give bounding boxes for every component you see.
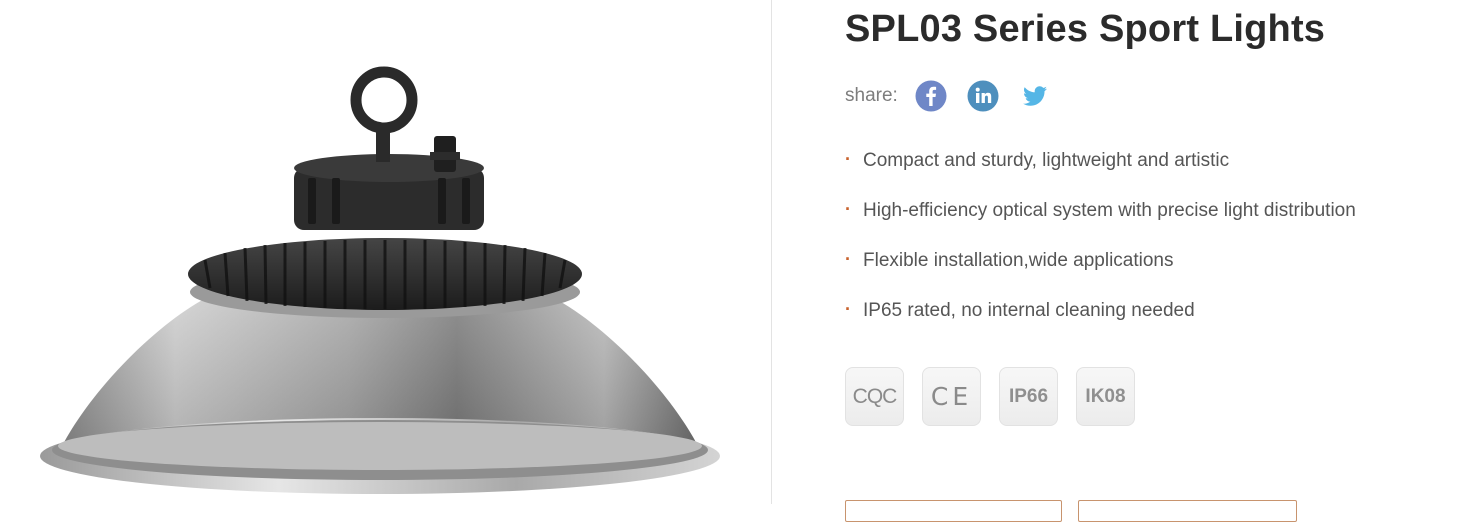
share-label: share: bbox=[845, 85, 898, 106]
product-details: SPL03 Series Sport Lights share: · Compa… bbox=[845, 0, 1445, 522]
action-button-secondary[interactable] bbox=[1078, 500, 1297, 522]
feature-item: · Compact and sturdy, lightweight and ar… bbox=[845, 149, 1230, 171]
linkedin-icon[interactable] bbox=[967, 80, 999, 112]
ip66-badge: IP66 bbox=[999, 367, 1058, 426]
twitter-icon[interactable] bbox=[1019, 80, 1051, 112]
action-button-primary[interactable] bbox=[845, 500, 1062, 522]
feature-item: · IP65 rated, no internal cleaning neede… bbox=[845, 299, 1195, 321]
product-image bbox=[40, 66, 720, 494]
cqc-badge: CQC bbox=[845, 367, 904, 426]
bullet-icon: · bbox=[845, 249, 851, 269]
feature-item: · High-efficiency optical system with pr… bbox=[845, 199, 1356, 221]
bullet-icon: · bbox=[845, 299, 851, 319]
product-title: SPL03 Series Sport Lights bbox=[845, 8, 1326, 50]
share-bar: share: bbox=[845, 78, 1071, 114]
ce-badge: CE bbox=[922, 367, 981, 426]
feature-item: · Flexible installation,wide application… bbox=[845, 249, 1174, 271]
feature-list: · Compact and sturdy, lightweight and ar… bbox=[845, 150, 1356, 350]
ik08-badge: IK08 bbox=[1076, 367, 1135, 426]
bullet-icon: · bbox=[845, 199, 851, 219]
pane-divider bbox=[771, 0, 772, 504]
certification-badges: CQC CE IP66 IK08 bbox=[845, 367, 1153, 426]
bullet-icon: · bbox=[845, 149, 851, 169]
product-image-pane bbox=[0, 0, 770, 504]
facebook-icon[interactable] bbox=[915, 80, 947, 112]
